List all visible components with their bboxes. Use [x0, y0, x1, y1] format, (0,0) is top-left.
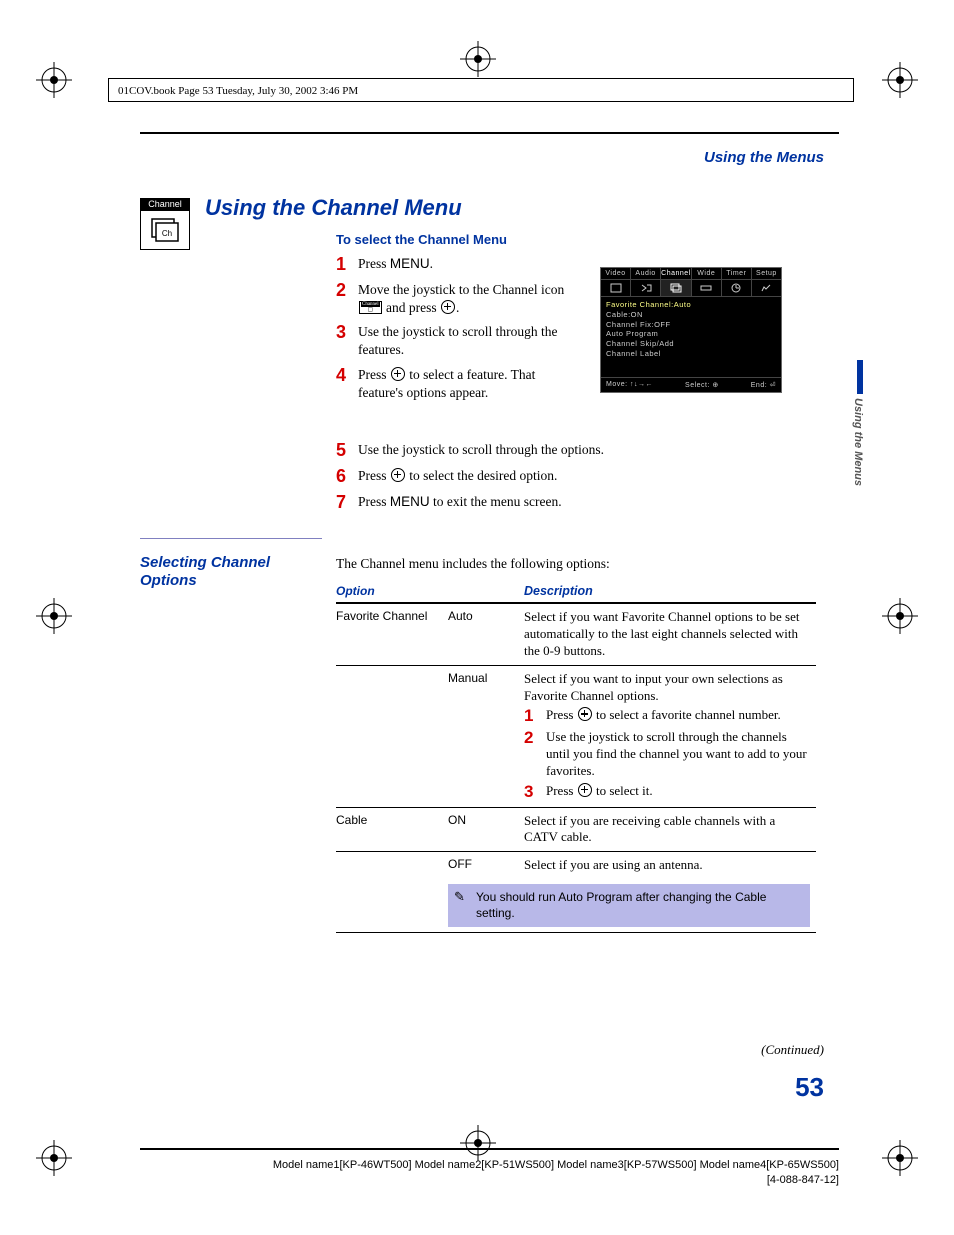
osd-tab: Audio: [631, 268, 661, 279]
opt-on-label: ON: [448, 807, 524, 851]
osd-icon: [601, 280, 631, 296]
osd-foot-move: Move: ↑↓→←: [606, 381, 653, 389]
osd-icon: [661, 280, 691, 296]
crop-mark-br: [882, 1140, 918, 1176]
continued-label: (Continued): [761, 1042, 824, 1058]
bottom-rule: [140, 1148, 839, 1150]
crop-mark-tr: [882, 62, 918, 98]
osd-icon: [692, 280, 722, 296]
crop-mark-bl: [36, 1140, 72, 1176]
osd-list-item: Auto Program: [606, 329, 776, 339]
intro-text: The Channel menu includes the following …: [336, 556, 610, 572]
channel-icon-inline: Channel▢: [359, 301, 382, 314]
step-7-text: Press MENU to exit the menu screen.: [358, 493, 806, 511]
opt-favorite-channel: Favorite Channel: [336, 603, 448, 665]
thumb-tab-bar: [857, 360, 863, 394]
step-number: 3: [336, 323, 358, 343]
top-rule: [140, 132, 839, 134]
manual-step-1: Press to select a favorite channel numbe…: [546, 707, 781, 724]
osd-list-item: Favorite Channel:Auto: [606, 300, 776, 310]
osd-list-item: Channel Label: [606, 349, 776, 359]
select-channel-heading: To select the Channel Menu: [336, 232, 507, 247]
step-number: 5: [336, 441, 358, 461]
opt-off-label: OFF: [448, 852, 524, 879]
page-number: 53: [795, 1072, 824, 1103]
steps-narrow: 1 Press MENU. 2 Move the joystick to the…: [336, 255, 576, 408]
step-number: 2: [524, 729, 546, 748]
osd-tab: Video: [601, 268, 631, 279]
opt-on-desc: Select if you are receiving cable channe…: [524, 807, 816, 851]
joystick-press-icon: [578, 707, 592, 721]
crop-mark-bc: [460, 1125, 496, 1161]
channel-badge-label: Channel: [140, 198, 190, 210]
steps-wide: 5 Use the joystick to scroll through the…: [336, 441, 806, 518]
step-number: 4: [336, 366, 358, 386]
step-5-text: Use the joystick to scroll through the o…: [358, 441, 806, 459]
section-title: Using the Channel Menu: [205, 195, 462, 221]
manual-step-2: Use the joystick to scroll through the c…: [546, 729, 810, 780]
step-number: 7: [336, 493, 358, 513]
opt-cable: Cable: [336, 807, 448, 851]
opt-manual-desc: Select if you want to input your own sel…: [524, 665, 816, 806]
joystick-press-icon: [391, 468, 405, 482]
opt-off-desc: Select if you are using an antenna.: [524, 852, 816, 879]
thumb-tab-label: Using the Menus: [852, 398, 864, 486]
opt-auto-label: Auto: [448, 603, 524, 665]
footer-partno: [4-088-847-12]: [140, 1173, 839, 1188]
crop-mark-ml: [36, 598, 72, 634]
osd-icon: [631, 280, 661, 296]
joystick-press-icon: [391, 367, 405, 381]
th-option: Option: [336, 580, 448, 603]
step-3-text: Use the joystick to scroll through the f…: [358, 323, 576, 359]
step-6-text: Press to select the desired option.: [358, 467, 806, 485]
osd-tab: Channel: [661, 268, 692, 279]
opt-auto-desc: Select if you want Favorite Channel opti…: [524, 603, 816, 665]
step-number: 1: [524, 707, 546, 726]
opt-manual-label: Manual: [448, 665, 524, 806]
tv-channel-icon: Ch: [151, 218, 179, 242]
osd-tab: Timer: [722, 268, 752, 279]
svg-text:Ch: Ch: [162, 229, 172, 238]
osd-list-item: Cable:ON: [606, 310, 776, 320]
osd-foot-select: Select: ⊕: [685, 381, 719, 389]
step-number: 3: [524, 783, 546, 802]
left-subheading: Selecting Channel Options: [140, 554, 310, 590]
channel-menu-icon: Channel Ch: [140, 198, 190, 250]
breadcrumb: Using the Menus: [704, 149, 824, 166]
step-number: 2: [336, 281, 358, 301]
osd-icon: [752, 280, 781, 296]
note-icon: ✎: [454, 889, 465, 906]
footer-models: Model name1[KP-46WT500] Model name2[KP-5…: [140, 1158, 839, 1173]
crop-mark-mr: [882, 598, 918, 634]
manual-step-3: Press to select it.: [546, 783, 653, 800]
header-build-line: 01COV.book Page 53 Tuesday, July 30, 200…: [118, 85, 358, 97]
osd-foot-end: End: ⏎: [751, 381, 776, 389]
osd-list-item: Channel Skip/Add: [606, 339, 776, 349]
subsection-rule: [140, 538, 322, 539]
osd-tab: Setup: [752, 268, 781, 279]
joystick-press-icon: [441, 300, 455, 314]
options-table: Option Description Favorite Channel Auto…: [336, 580, 816, 933]
crop-mark-tc: [460, 41, 496, 77]
step-number: 1: [336, 255, 358, 275]
thumb-tab: Using the Menus: [852, 360, 868, 486]
osd-icon: [722, 280, 752, 296]
note-text: You should run Auto Program after changi…: [476, 890, 766, 920]
step-number: 6: [336, 467, 358, 487]
step-2-text: Move the joystick to the Channel icon Ch…: [358, 281, 576, 317]
osd-screenshot: Video Audio Channel Wide Timer Setup Fav…: [600, 267, 782, 393]
osd-tab: Wide: [692, 268, 722, 279]
footer: Model name1[KP-46WT500] Model name2[KP-5…: [140, 1158, 839, 1189]
note-box: ✎ You should run Auto Program after chan…: [448, 884, 810, 927]
crop-mark-tl: [36, 62, 72, 98]
step-4-text: Press to select a feature. That feature'…: [358, 366, 576, 402]
osd-list-item: Channel Fix:OFF: [606, 320, 776, 330]
th-description: Description: [524, 580, 816, 603]
step-1-text: Press MENU.: [358, 255, 576, 273]
joystick-press-icon: [578, 783, 592, 797]
